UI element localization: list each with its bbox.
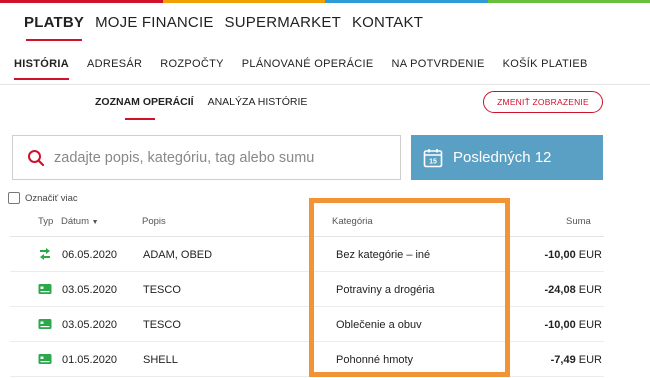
- row-date: 06.05.2020: [62, 249, 118, 261]
- card-icon: [38, 317, 52, 331]
- color-bar-red: [0, 0, 163, 3]
- subnav-item-planovane-operacie[interactable]: PLÁNOVANÉ OPERÁCIE: [242, 58, 374, 80]
- row-amount-value: -10,00: [544, 319, 576, 331]
- view-tabs: ZOZNAM OPERÁCIÍ ANALÝZA HISTÓRIE: [95, 96, 307, 120]
- row-amount: -24,08 EUR: [545, 284, 603, 296]
- subnav-divider: [0, 84, 650, 85]
- row-description: SHELL: [143, 354, 178, 366]
- select-multiple-label[interactable]: Označiť viac: [25, 193, 78, 204]
- select-multiple: Označiť viac: [8, 192, 78, 204]
- color-bar-green: [487, 0, 650, 3]
- table-row[interactable]: 03.05.2020 TESCO Oblečenie a obuv -10,00…: [10, 307, 604, 342]
- row-currency: EUR: [578, 284, 602, 296]
- nav-item-kontakt[interactable]: KONTAKT: [352, 14, 423, 41]
- row-currency: EUR: [578, 354, 602, 366]
- calendar-day: 15: [429, 158, 437, 165]
- row-category: Potraviny a drogéria: [336, 284, 435, 296]
- table-row[interactable]: 01.05.2020 SHELL Pohonné hmoty -7,49 EUR: [10, 342, 604, 377]
- subnav-item-na-potvrdenie[interactable]: NA POTVRDENIE: [392, 58, 485, 80]
- search-input[interactable]: [54, 149, 384, 166]
- subnav-item-kosik-platieb[interactable]: KOŠÍK PLATIEB: [503, 58, 588, 80]
- row-amount: -10,00 EUR: [545, 249, 603, 261]
- row-description: TESCO: [143, 319, 181, 331]
- subnav-item-rozpocty[interactable]: ROZPOČTY: [160, 58, 224, 80]
- table-row[interactable]: 03.05.2020 TESCO Potraviny a drogéria -2…: [10, 272, 604, 307]
- row-category: Oblečenie a obuv: [336, 319, 422, 331]
- sort-desc-icon: ▼: [91, 219, 99, 226]
- row-description: TESCO: [143, 284, 181, 296]
- period-filter-label: Posledných 12: [453, 149, 552, 166]
- row-amount-value: -7,49: [550, 354, 576, 366]
- row-category: Pohonné hmoty: [336, 354, 414, 366]
- nav-item-platby[interactable]: PLATBY: [24, 14, 84, 41]
- row-date: 03.05.2020: [62, 284, 118, 296]
- period-filter-button[interactable]: 15 Posledných 12: [411, 135, 603, 180]
- row-category: Bez kategórie – iné: [336, 249, 431, 261]
- table-row[interactable]: 06.05.2020 ADAM, OBED Bez kategórie – in…: [10, 237, 604, 272]
- nav-item-moje-financie[interactable]: MOJE FINANCIE: [95, 14, 213, 41]
- row-amount: -10,00 EUR: [545, 319, 603, 331]
- row-date: 01.05.2020: [62, 354, 118, 366]
- column-header-amount: Suma: [566, 216, 591, 227]
- color-bar-blue: [325, 0, 488, 3]
- tab-zoznam-operacii[interactable]: ZOZNAM OPERÁCIÍ: [95, 96, 194, 120]
- row-description: ADAM, OBED: [143, 249, 213, 261]
- row-amount: -7,49 EUR: [551, 354, 602, 366]
- subnav-item-adresar[interactable]: ADRESÁR: [87, 58, 142, 80]
- column-header-type: Typ: [38, 216, 54, 227]
- row-amount-value: -10,00: [544, 249, 576, 261]
- select-multiple-checkbox[interactable]: [8, 192, 20, 204]
- sub-navigation: HISTÓRIA ADRESÁR ROZPOČTY PLÁNOVANÉ OPER…: [14, 58, 588, 80]
- main-navigation: PLATBY MOJE FINANCIE SUPERMARKET KONTAKT: [24, 14, 423, 41]
- search-icon: [27, 149, 45, 167]
- column-header-date[interactable]: Dátum ▼: [61, 216, 99, 227]
- change-view-button[interactable]: ZMENIŤ ZOBRAZENIE: [483, 91, 603, 113]
- card-icon: [38, 352, 52, 366]
- color-bar-orange: [162, 0, 325, 3]
- row-date: 03.05.2020: [62, 319, 118, 331]
- column-header-date-label: Dátum: [61, 216, 89, 227]
- nav-item-supermarket[interactable]: SUPERMARKET: [225, 14, 341, 41]
- row-currency: EUR: [578, 319, 602, 331]
- tab-analyza-historie[interactable]: ANALÝZA HISTÓRIE: [208, 96, 308, 120]
- column-header-category: Kategória: [332, 216, 373, 227]
- column-header-description: Popis: [142, 216, 166, 227]
- card-icon: [38, 282, 52, 296]
- subnav-item-historia[interactable]: HISTÓRIA: [14, 58, 69, 80]
- search-box[interactable]: [12, 135, 401, 180]
- row-currency: EUR: [578, 249, 602, 261]
- brand-color-bar: [0, 0, 650, 3]
- row-amount-value: -24,08: [544, 284, 576, 296]
- calendar-icon: 15: [423, 148, 443, 168]
- transfer-icon: [38, 247, 52, 261]
